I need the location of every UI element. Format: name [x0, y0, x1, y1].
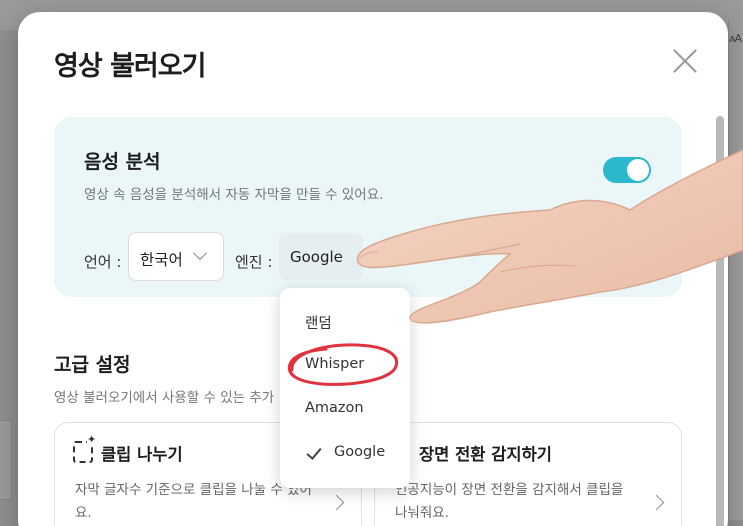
engine-option-label: Google — [334, 444, 386, 460]
toggle-knob — [627, 159, 649, 181]
engine-option-whisper[interactable]: Whisper — [280, 346, 410, 386]
scene-detect-card[interactable]: 장면 전환 감지하기 인공지능이 장면 전환을 감지해서 클립을 나눠줘요. — [374, 422, 682, 526]
clip-split-title: 클립 나누기 — [101, 445, 183, 464]
engine-label: 엔진 : — [235, 253, 273, 271]
advanced-settings-title: 고급 설정 — [54, 354, 131, 376]
backdrop-font-size-label: ᴀA — [729, 32, 742, 45]
engine-option-label: 랜덤 — [305, 316, 332, 332]
backdrop-side-panel — [728, 20, 743, 520]
language-label: 언어 : — [84, 253, 122, 271]
backdrop-left-element — [0, 420, 12, 500]
scene-detect-description: 인공지능이 장면 전환을 감지해서 클립을 나눠줘요. — [395, 482, 624, 521]
engine-option-random[interactable]: 랜덤 — [280, 302, 410, 342]
voice-analysis-card: 음성 분석 영상 속 음성을 분석해서 자동 자막을 만들 수 있어요. 언어 … — [54, 117, 682, 297]
engine-option-google[interactable]: Google — [280, 434, 410, 474]
engine-select[interactable]: Google — [279, 233, 363, 280]
language-select-value: 한국어 — [140, 251, 183, 269]
engine-option-label: Amazon — [305, 400, 364, 416]
chevron-right-icon — [648, 494, 665, 511]
modal-title: 영상 불러오기 — [54, 51, 206, 82]
scene-detect-title: 장면 전환 감지하기 — [419, 445, 552, 464]
chevron-down-icon — [192, 245, 208, 261]
engine-option-amazon[interactable]: Amazon — [280, 390, 410, 430]
voice-analysis-description: 영상 속 음성을 분석해서 자동 자막을 만들 수 있어요. — [84, 187, 384, 203]
check-icon — [306, 444, 322, 460]
engine-option-label: Whisper — [305, 356, 365, 372]
voice-analysis-title: 음성 분석 — [84, 151, 161, 173]
chevron-right-icon — [328, 494, 345, 511]
engine-dropdown-menu: 랜덤 Whisper Amazon Google — [280, 288, 410, 488]
language-select[interactable]: 한국어 — [128, 232, 224, 281]
engine-select-value: Google — [290, 248, 343, 266]
advanced-settings-description: 영상 불러오기에서 사용할 수 있는 추가 — [54, 390, 275, 406]
voice-analysis-toggle[interactable] — [603, 157, 651, 183]
close-button[interactable] — [668, 44, 702, 78]
clip-split-description: 자막 글자수 기준으로 클립을 나눌 수 있어요. — [75, 482, 312, 521]
clip-split-icon — [73, 433, 97, 463]
modal-scrollbar[interactable] — [716, 116, 724, 526]
